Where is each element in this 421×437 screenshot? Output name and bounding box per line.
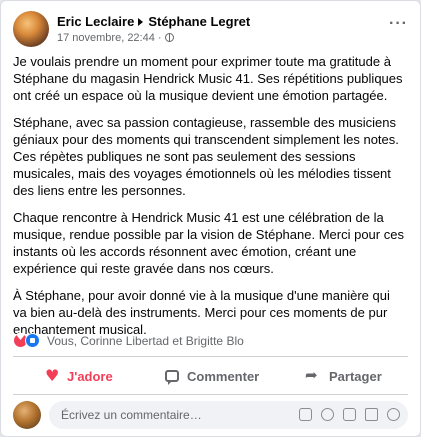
gif-icon[interactable] (365, 408, 378, 421)
love-button-label: J'adore (67, 368, 113, 384)
share-button[interactable]: Partager (305, 362, 382, 390)
target-name[interactable]: Stéphane Legret (148, 14, 250, 29)
emoji-icon[interactable] (321, 408, 334, 421)
comment-composer (13, 401, 408, 429)
globe-icon (164, 33, 174, 42)
author-name[interactable]: Eric Leclaire (57, 14, 134, 29)
comment-input[interactable] (59, 407, 263, 423)
post-paragraph: Stéphane, avec sa passion contagieuse, r… (13, 115, 399, 198)
post-timestamp[interactable]: 17 novembre, 22:44 (57, 32, 155, 44)
divider (13, 356, 408, 357)
camera-icon[interactable] (343, 408, 356, 421)
post-paragraph: À Stéphane, pour avoir donné vie à la mu… (13, 288, 390, 337)
heart-icon (45, 366, 59, 385)
post-card: Eric Leclaire Stéphane Legret 17 novembre… (0, 0, 421, 437)
post-meta: 17 novembre, 22:44 · (57, 32, 174, 44)
divider (13, 394, 408, 395)
comment-icon (165, 370, 179, 385)
author-avatar[interactable] (13, 11, 49, 47)
like-reaction-icon (25, 333, 40, 348)
comment-button-label: Commenter (187, 368, 260, 384)
post-names: Eric Leclaire Stéphane Legret (57, 14, 250, 29)
post-paragraph: Chaque rencontre à Hendrick Music 41 est… (13, 210, 404, 276)
post-actions: J'adore Commenter Partager (13, 362, 408, 390)
caret-right-icon (138, 18, 144, 27)
comment-box[interactable] (49, 401, 408, 429)
meta-separator: · (157, 32, 162, 44)
post-header: Eric Leclaire Stéphane Legret 17 novembre… (13, 11, 408, 47)
sticker-icon[interactable] (387, 408, 400, 421)
love-button[interactable]: J'adore (45, 362, 113, 390)
comment-button[interactable]: Commenter (165, 362, 259, 390)
post-paragraph: Je voulais prendre un moment pour exprim… (13, 54, 403, 103)
share-icon (305, 366, 321, 384)
comment-tools (299, 408, 400, 421)
more-options-button[interactable]: ··· (389, 15, 408, 33)
avatar-sticker-icon[interactable] (299, 408, 312, 421)
share-button-label: Partager (329, 368, 382, 384)
reaction-names[interactable]: Vous, Corinne Libertad et Brigitte Blo (47, 334, 244, 348)
post-body: Je voulais prendre un moment pour exprim… (13, 53, 405, 348)
user-avatar[interactable] (13, 401, 41, 429)
